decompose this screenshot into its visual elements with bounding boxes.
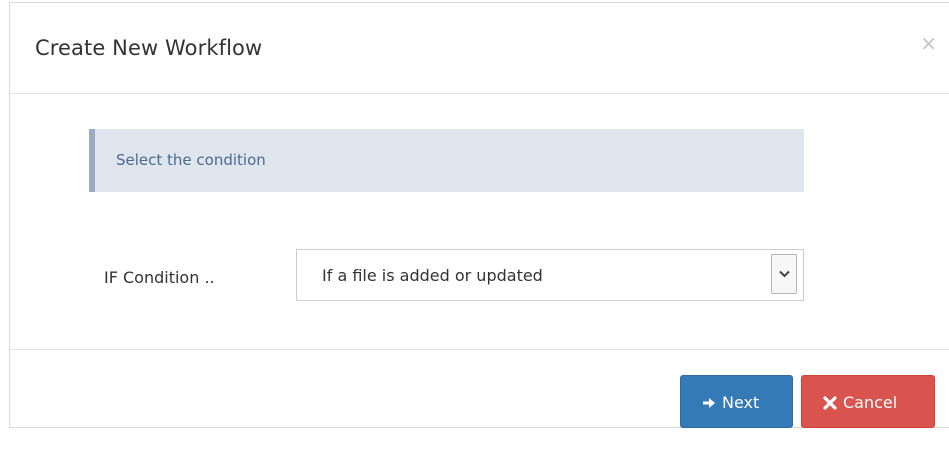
cancel-button[interactable]: Cancel	[801, 375, 935, 428]
arrow-right-icon	[703, 397, 715, 408]
dialog-body: Select the condition IF Condition .. If …	[10, 94, 949, 350]
create-workflow-dialog: Create New Workflow × Select the conditi…	[9, 2, 949, 428]
select-dropdown-button[interactable]	[771, 254, 797, 294]
next-button-label: Next	[722, 393, 760, 412]
if-condition-selected-value: If a file is added or updated	[322, 266, 543, 285]
next-button[interactable]: Next	[680, 375, 793, 428]
close-icon[interactable]: ×	[920, 33, 937, 53]
cancel-button-label: Cancel	[843, 393, 898, 412]
dialog-footer: Next Cancel	[10, 349, 949, 429]
if-condition-select[interactable]: If a file is added or updated	[296, 249, 804, 301]
dialog-title: Create New Workflow	[35, 36, 263, 60]
times-icon	[823, 395, 837, 410]
info-callout: Select the condition	[89, 129, 804, 192]
if-condition-label: IF Condition ..	[104, 268, 215, 287]
chevron-down-icon	[779, 270, 790, 278]
info-text: Select the condition	[116, 151, 266, 169]
dialog-header: Create New Workflow ×	[10, 3, 949, 94]
